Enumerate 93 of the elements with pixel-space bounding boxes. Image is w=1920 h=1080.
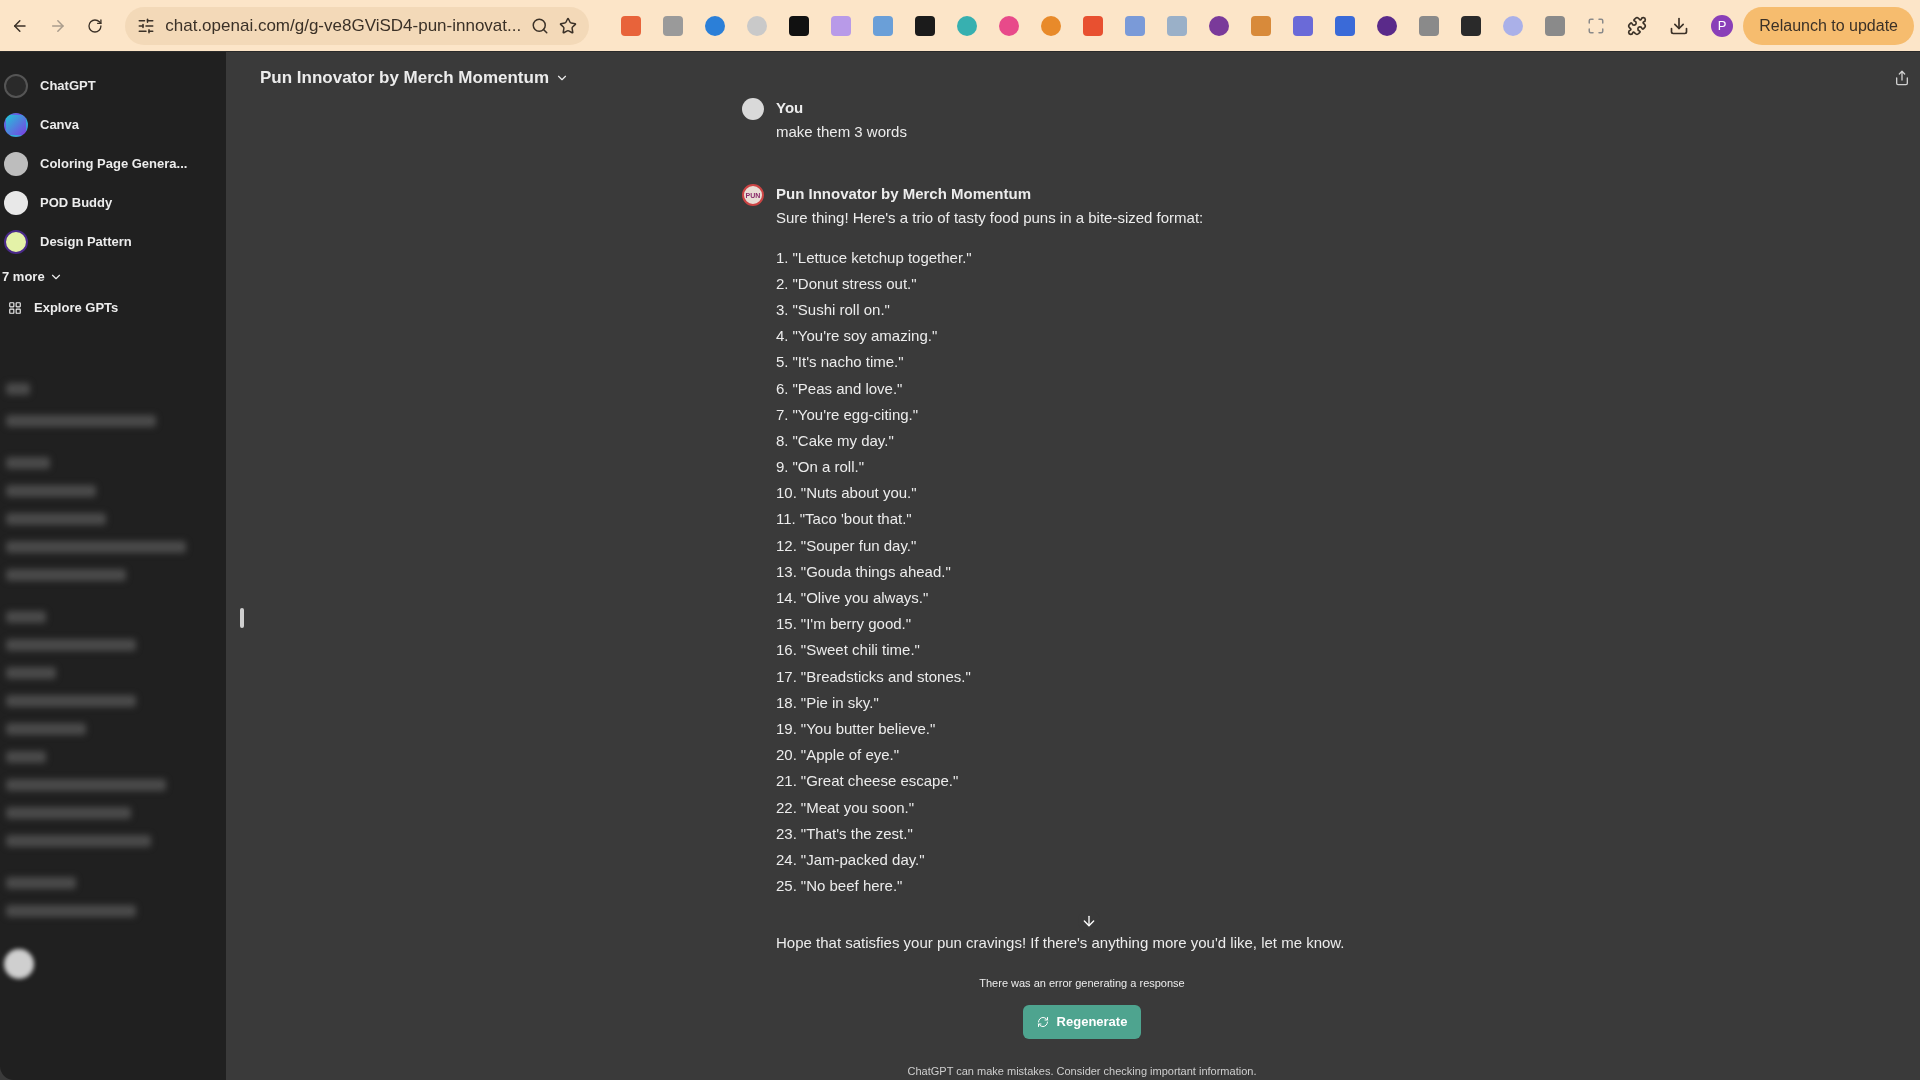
pun-text: "Meat you soon." xyxy=(800,798,915,816)
message-text: make them 3 words xyxy=(776,122,907,142)
list-number: 21. xyxy=(776,772,797,790)
list-number: 14. xyxy=(776,589,797,607)
blurred-text xyxy=(6,667,56,679)
list-number: 11. xyxy=(776,510,796,528)
relaunch-button[interactable]: Relaunch to update xyxy=(1743,6,1914,45)
pun-text: "That's the zest." xyxy=(800,824,913,842)
blurred-text xyxy=(6,457,50,469)
list-number: 22. xyxy=(776,798,797,816)
pun-text: "Nuts about you." xyxy=(800,484,917,502)
pun-text: "Donut stress out." xyxy=(792,274,917,292)
list-number: 15. xyxy=(776,615,797,633)
download-icon[interactable] xyxy=(1669,15,1690,36)
gpt-item[interactable]: Design Pattern xyxy=(0,222,226,261)
list-number: 18. xyxy=(776,693,797,711)
pun-text: "Great cheese escape." xyxy=(800,772,959,790)
sender-name: Pun Innovator by Merch Momentum xyxy=(776,184,1032,204)
message-text: Hope that satisfies your pun cravings! If there's anything more you'd like, let me know. xyxy=(776,932,1345,953)
pun-text: "It's nacho time." xyxy=(792,353,904,371)
list-number: 8. xyxy=(776,431,789,449)
expand-icon[interactable] xyxy=(1587,16,1606,35)
reload-icon[interactable] xyxy=(87,16,104,35)
extensions-icon[interactable] xyxy=(1627,15,1648,36)
gpt-item[interactable]: POD Buddy xyxy=(0,183,226,222)
url-text: chat.openai.com/g/g-ve8GViSD4-pun-innovat... xyxy=(165,15,522,36)
explore-gpts-link[interactable]: Explore GPTs xyxy=(0,290,226,325)
list-number: 9. xyxy=(776,458,789,476)
sidebar-handle[interactable] xyxy=(240,608,244,628)
pun-text: "Peas and love." xyxy=(792,379,903,397)
pun-text: "Lettuce ketchup together." xyxy=(792,248,972,266)
list-number: 16. xyxy=(776,641,797,659)
blurred-text xyxy=(6,383,30,395)
extension-icon[interactable] xyxy=(1377,15,1398,36)
list-number: 13. xyxy=(776,562,797,580)
user-avatar xyxy=(742,98,764,120)
pun-text: "Olive you always." xyxy=(800,589,929,607)
more-toggle[interactable]: 7 more xyxy=(0,263,226,290)
blurred-text xyxy=(6,611,46,623)
list-number: 17. xyxy=(776,667,797,685)
site-settings-icon[interactable] xyxy=(137,16,156,35)
pun-text: "No beef here." xyxy=(800,877,903,895)
message-text: Sure thing! Here's a trio of tasty food puns in a bite-sized format: xyxy=(776,208,1205,228)
list-number: 7. xyxy=(776,405,789,423)
error-message: There was an error generating a response xyxy=(979,976,1185,989)
pun-text: "Breadsticks and stones." xyxy=(800,667,971,685)
pun-text: "Cake my day." xyxy=(792,431,894,449)
address-bar[interactable]: chat.openai.com/g/g-ve8GViSD4-pun-innovat... xyxy=(125,6,590,45)
pun-text: "Pie in sky." xyxy=(800,693,879,711)
pun-text: "Gouda things ahead." xyxy=(800,562,951,580)
zoom-icon[interactable] xyxy=(531,16,550,35)
gpt-title-dropdown[interactable]: Pun Innovator by Merch Momentum xyxy=(254,67,576,89)
pun-text: "Jam-packed day." xyxy=(800,850,925,868)
grid-icon xyxy=(8,300,22,315)
blurred-avatar xyxy=(4,949,34,979)
pun-text: "Sweet chili time." xyxy=(800,641,920,659)
list-number: 24. xyxy=(776,850,797,868)
gpt-item[interactable]: ChatGPT xyxy=(0,66,226,105)
blurred-text xyxy=(6,877,76,889)
pun-text: "You butter believe." xyxy=(800,719,936,737)
extension-icon[interactable] xyxy=(915,15,936,36)
extension-icon[interactable] xyxy=(789,15,810,36)
pun-text: "Souper fun day." xyxy=(800,536,917,554)
disclaimer-text: ChatGPT can make mistakes. Consider checking important information. xyxy=(907,1064,1257,1077)
refresh-icon xyxy=(1036,1015,1049,1028)
profile-avatar[interactable]: P xyxy=(1711,14,1734,37)
pun-text: "On a roll." xyxy=(792,458,865,476)
gpt-item[interactable]: Coloring Page Genera... xyxy=(0,144,226,183)
blurred-text xyxy=(6,751,46,763)
list-number: 19. xyxy=(776,719,797,737)
extension-icon[interactable] xyxy=(1461,15,1482,36)
pun-text: "You're egg-citing." xyxy=(792,405,919,423)
pun-text: "Taco 'bout that." xyxy=(799,510,912,528)
bookmark-star-icon[interactable] xyxy=(559,16,578,35)
pun-text: "I'm berry good." xyxy=(800,615,912,633)
extension-icon[interactable] xyxy=(1209,15,1230,36)
gpt-item[interactable]: Canva xyxy=(0,105,226,144)
list-number: 23. xyxy=(776,824,797,842)
list-number: 2. xyxy=(776,274,789,292)
list-number: 1. xyxy=(776,248,789,266)
list-number: 20. xyxy=(776,746,797,764)
pun-text: "Apple of eye." xyxy=(800,746,900,764)
list-number: 3. xyxy=(776,300,789,318)
list-number: 10. xyxy=(776,484,797,502)
list-number: 12. xyxy=(776,536,797,554)
list-number: 5. xyxy=(776,353,789,371)
pun-text: "You're soy amazing." xyxy=(792,327,938,345)
sender-name: You xyxy=(776,98,805,118)
list-number: 4. xyxy=(776,327,789,345)
list-number: 25. xyxy=(776,877,797,895)
pun-text: "Sushi roll on." xyxy=(792,300,890,318)
share-icon xyxy=(1894,70,1910,86)
list-number: 6. xyxy=(776,379,789,397)
